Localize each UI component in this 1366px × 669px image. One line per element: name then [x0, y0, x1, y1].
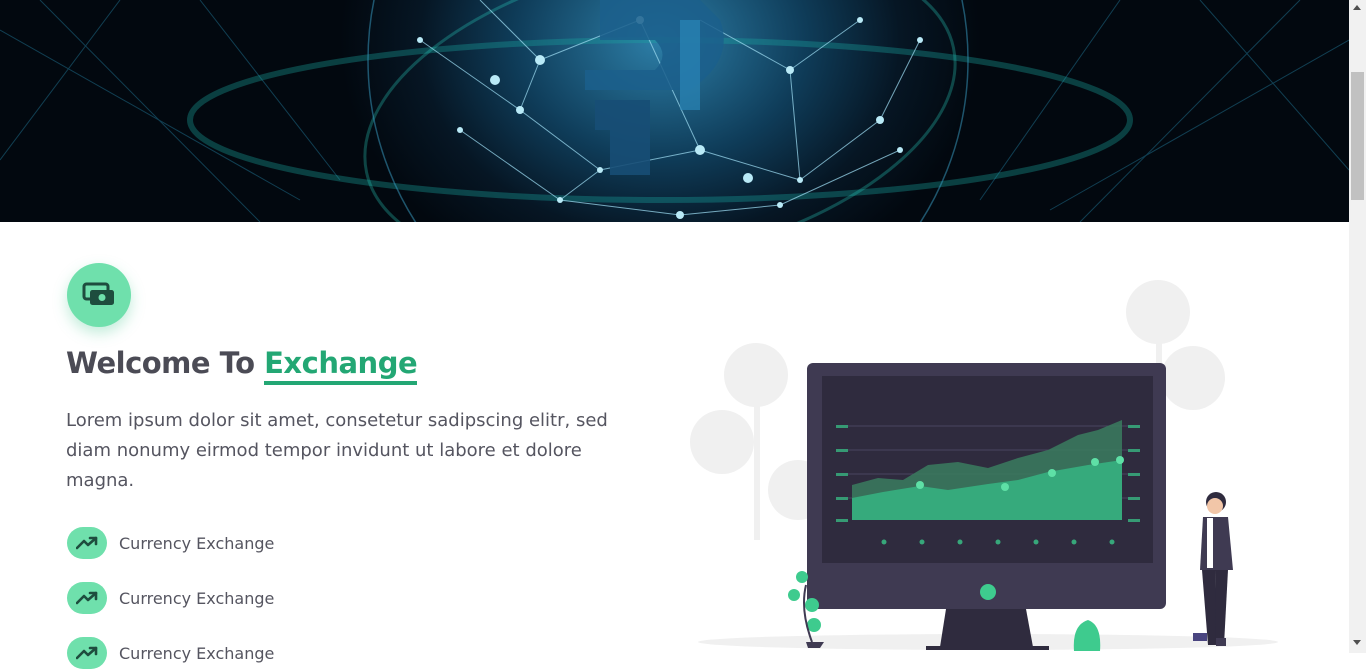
feature-label: Currency Exchange: [119, 533, 275, 553]
title-prefix: Welcome To: [66, 346, 255, 380]
feature-item: Currency Exchange: [67, 527, 274, 559]
feature-label: Currency Exchange: [119, 588, 275, 608]
section-title: Welcome To Exchange: [66, 346, 418, 385]
scroll-down-icon[interactable]: [1353, 640, 1361, 645]
trending-up-icon: [67, 527, 107, 559]
page-scrollbar[interactable]: [1349, 0, 1366, 653]
analytics-illustration: [690, 280, 1278, 651]
feature-label: Currency Exchange: [119, 643, 275, 663]
feature-item: Currency Exchange: [67, 582, 274, 614]
feature-item: Currency Exchange: [67, 637, 274, 669]
exchange-badge: [67, 263, 131, 327]
trending-up-icon: [67, 582, 107, 614]
scrollbar-thumb[interactable]: [1351, 72, 1364, 200]
network-globe-image: [0, 0, 1349, 222]
scroll-up-icon[interactable]: [1353, 5, 1361, 10]
hero-banner: [0, 0, 1349, 222]
money-icon: [82, 282, 114, 305]
trending-up-icon: [67, 637, 107, 669]
title-accent: Exchange: [264, 346, 418, 385]
section-description: Lorem ipsum dolor sit amet, consetetur s…: [66, 410, 608, 491]
